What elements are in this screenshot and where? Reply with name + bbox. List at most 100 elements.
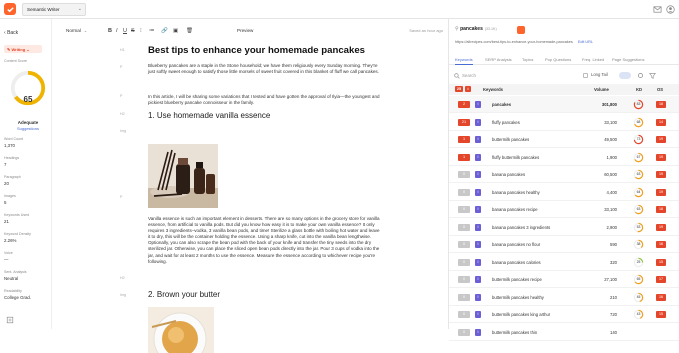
os-badge: 16 bbox=[656, 293, 666, 301]
keyword-row[interactable]: 0 Ibanana pancakes 60,500 63 19 bbox=[449, 166, 679, 183]
bold-button[interactable]: B bbox=[108, 28, 112, 34]
kd-value: 65 bbox=[636, 277, 641, 281]
back-link[interactable]: ‹ Back bbox=[4, 30, 18, 36]
keyword-volume: 140 bbox=[610, 329, 617, 335]
gutter-tag: H1 bbox=[120, 48, 125, 52]
os-column-header[interactable]: OS bbox=[657, 87, 663, 92]
saved-status: Saved an hour ago bbox=[409, 28, 443, 33]
heading-2[interactable]: 2. Brown your butter bbox=[148, 290, 220, 299]
keyword-text: fluffy buttermilk pancakes bbox=[492, 154, 540, 160]
content-score-label: Content Score bbox=[4, 59, 27, 63]
heading-2[interactable]: 1. Use homemade vanilla essence bbox=[148, 111, 270, 120]
tab-keywords[interactable]: Keywords bbox=[455, 57, 473, 65]
vanilla-essence-image[interactable] bbox=[148, 144, 218, 208]
settings-icon[interactable] bbox=[637, 72, 644, 79]
kd-value: 68 bbox=[636, 119, 641, 124]
keyword-row[interactable]: 0 Ibanana pancakes 3 ingredients 2,900 53 19 bbox=[449, 219, 679, 236]
bullet-list-button[interactable]: ≔ bbox=[149, 28, 155, 34]
volume-column-header[interactable]: Volume bbox=[594, 87, 609, 92]
keyword-row[interactable]: 1 Ibuttermilk pancakes 49,500 73 19 bbox=[449, 131, 679, 148]
kd-value: 64 bbox=[636, 189, 641, 194]
app-logo-icon[interactable] bbox=[4, 3, 16, 15]
delete-button[interactable]: 🗑 bbox=[186, 28, 193, 34]
italic-button[interactable]: I bbox=[116, 28, 118, 34]
keyword-text: banana pancakes 3 ingredients bbox=[492, 224, 551, 230]
edit-url-link[interactable]: Edit URL bbox=[578, 40, 593, 44]
target-keyword[interactable]: ⚲ pancakes (33.1K) bbox=[455, 26, 497, 32]
tab-page-suggestions[interactable]: Page Suggestions bbox=[612, 57, 644, 62]
kd-column-header[interactable]: KD bbox=[636, 87, 642, 92]
writing-label: Writing bbox=[11, 47, 26, 52]
keyword-row[interactable]: 0 Ibanana pancakes healthy 4,400 64 19 bbox=[449, 184, 679, 201]
keyword-volume: 4,400 bbox=[606, 189, 617, 195]
preview-button[interactable]: Preview bbox=[237, 28, 253, 33]
stat-label: Sent. Analysis bbox=[4, 270, 27, 274]
keyword-row[interactable]: 0 Ibuttermilk pancakes recipe 27,100 65 17 bbox=[449, 271, 679, 288]
keyword-volume: 27,100 bbox=[604, 277, 617, 282]
usage-count-badge: 0 bbox=[458, 223, 470, 231]
view-toggle[interactable] bbox=[619, 72, 631, 79]
keyword-row[interactable]: 0 Ibanana pancakes recipe 33,100 63 18 bbox=[449, 201, 679, 218]
keyword-row[interactable]: 2 Ipancakes 301,800 83 18 bbox=[449, 96, 679, 113]
filter-icon[interactable] bbox=[649, 72, 656, 79]
keyword-volume: 49,500 bbox=[604, 137, 617, 142]
search-input[interactable]: Search bbox=[462, 73, 476, 78]
paragraph[interactable]: Vanilla essence is such an important ele… bbox=[148, 216, 380, 265]
intent-badge: I bbox=[475, 293, 481, 301]
stat-label: Keywords Used bbox=[4, 213, 30, 217]
back-label: Back bbox=[7, 30, 19, 36]
keyword-row[interactable]: 21 Ifluffy pancakes 33,100 68 14 bbox=[449, 114, 679, 131]
intent-badge: I bbox=[475, 328, 481, 336]
app-select[interactable]: Semantic Writer ⌄ bbox=[22, 3, 86, 16]
keyword-settings-icon[interactable] bbox=[517, 26, 525, 34]
tab-freq-linked[interactable]: Freq. Linked bbox=[582, 57, 604, 62]
kd-value: 63 bbox=[636, 207, 641, 211]
kd-value: 45 bbox=[636, 294, 641, 299]
gutter-tag: P bbox=[120, 94, 123, 98]
stat-label: Images bbox=[4, 194, 16, 198]
os-badge: 15 bbox=[656, 311, 666, 318]
keyword-row[interactable]: 0 Ibanana pancakes calories 320 25 15 bbox=[449, 254, 679, 271]
brown-butter-image[interactable] bbox=[148, 307, 214, 353]
os-badge: 19 bbox=[656, 223, 666, 231]
tab-topics[interactable]: Topics bbox=[522, 57, 533, 62]
mail-icon[interactable] bbox=[653, 5, 662, 14]
kd-value: 63 bbox=[636, 172, 641, 176]
keyword-row[interactable]: 0 Ibuttermilk pancakes king arthur 720 43 15 bbox=[449, 306, 679, 323]
keyword-row[interactable]: 0 Ibanana pancakes no flour 590 38 16 bbox=[449, 236, 679, 253]
link-button[interactable]: 🔗 bbox=[161, 28, 168, 34]
underline-button[interactable]: U bbox=[123, 28, 127, 34]
ordered-list-button[interactable]: ⁝ bbox=[140, 28, 142, 34]
keyword-text: buttermilk pancakes recipe bbox=[492, 277, 542, 282]
text-style-select[interactable]: Normal ⌄ bbox=[66, 28, 87, 33]
paragraph[interactable]: In this article, I will be sharing some … bbox=[148, 94, 380, 106]
long-tail-checkbox[interactable] bbox=[583, 73, 588, 78]
stat-label: Headings bbox=[4, 156, 20, 160]
keywords-column-header[interactable]: Keywords bbox=[483, 87, 503, 92]
strikethrough-button[interactable]: S bbox=[131, 28, 135, 34]
keyword-row[interactable]: 0 Ibuttermilk pancakes thin 140 bbox=[449, 324, 679, 341]
usage-count-badge: 1 bbox=[458, 153, 470, 161]
image-button[interactable]: ▣ bbox=[173, 28, 178, 34]
suggestions-link[interactable]: Suggestions bbox=[4, 126, 52, 131]
intent-badge: I bbox=[475, 258, 481, 266]
os-badge: 15 bbox=[656, 258, 666, 266]
document-title[interactable]: Best tips to enhance your homemade panca… bbox=[148, 45, 365, 56]
user-avatar-icon[interactable] bbox=[666, 5, 675, 14]
os-badge: 19 bbox=[656, 188, 666, 196]
tab-serp-analysis[interactable]: SERP Analysis bbox=[485, 57, 512, 62]
keyword-text: buttermilk pancakes bbox=[492, 137, 530, 142]
kd-value: 73 bbox=[636, 137, 641, 141]
left-sidebar: ‹ Back ✎ Writing ⌄ Content Score 65 Adeq… bbox=[0, 19, 52, 329]
keyword-row[interactable]: 0 Ibuttermilk pancakes healthy 210 45 16 bbox=[449, 289, 679, 306]
export-icon[interactable] bbox=[6, 316, 14, 324]
usage-count-badge: 1 bbox=[458, 136, 470, 143]
writing-status-dropdown[interactable]: ✎ Writing ⌄ bbox=[4, 45, 42, 53]
keyword-search[interactable]: Search Long Tail bbox=[449, 68, 679, 82]
paragraph[interactable]: Blueberry pancakes are a staple in the S… bbox=[148, 63, 380, 75]
tab-pop-questions[interactable]: Pop Questions bbox=[545, 57, 571, 62]
keyword-volume: 320 bbox=[610, 259, 617, 265]
keyword-row[interactable]: 1 Ifluffy buttermilk pancakes 1,900 67 19 bbox=[449, 149, 679, 166]
os-badge: 14 bbox=[656, 118, 666, 126]
long-tail-label: Long Tail bbox=[591, 72, 608, 77]
